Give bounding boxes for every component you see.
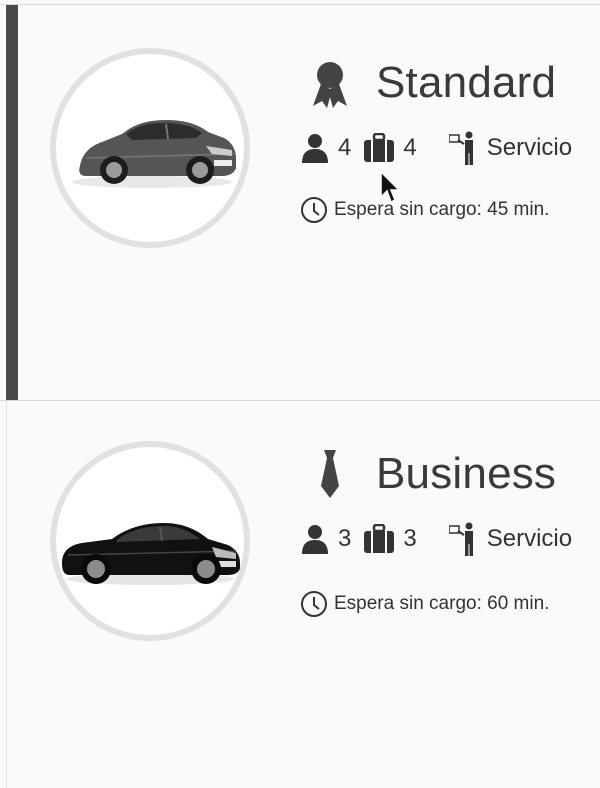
clock-icon	[301, 591, 327, 617]
luggage-value: 3	[403, 525, 417, 552]
necktie-icon	[300, 444, 360, 504]
meet-greet-service: Servicio	[448, 131, 573, 165]
meet-and-greet-sign-icon	[448, 522, 473, 556]
suitcase-icon	[364, 133, 395, 162]
passenger-value: 4	[338, 134, 352, 161]
award-ribbon-icon	[300, 53, 360, 113]
wait-text: Espera sin cargo: 45 min.	[334, 199, 550, 220]
car-image-business	[62, 523, 240, 585]
service-card-standard[interactable]: Standard 4 4 Servicio Espera sin cargo: …	[0, 5, 600, 400]
free-wait-time: Espera sin cargo: 45 min.	[300, 196, 549, 224]
card-left-border	[6, 401, 7, 788]
luggage-count: 3	[363, 524, 417, 554]
passenger-value: 3	[338, 525, 352, 552]
free-wait-time: Espera sin cargo: 60 min.	[300, 590, 549, 618]
person-icon	[302, 134, 328, 163]
passenger-count: 3	[300, 524, 351, 554]
wait-text: Espera sin cargo: 60 min.	[334, 593, 550, 614]
service-card-business[interactable]: Business 3 3 Servicio Espera sin cargo: …	[0, 401, 600, 788]
service-label: Servicio	[486, 525, 573, 552]
meet-and-greet-sign-icon	[448, 131, 473, 165]
passenger-count: 4	[300, 133, 351, 163]
car-image-standard	[72, 120, 236, 188]
luggage-count: 4	[363, 133, 417, 163]
car-image-frame	[50, 441, 250, 641]
service-title: Business	[376, 449, 557, 498]
meet-greet-service: Servicio	[448, 522, 573, 556]
service-label: Servicio	[486, 134, 573, 161]
clock-icon	[301, 197, 327, 223]
person-icon	[302, 525, 328, 554]
luggage-value: 4	[403, 134, 417, 161]
service-title: Standard	[376, 58, 557, 107]
mouse-pointer-icon	[380, 171, 401, 204]
suitcase-icon	[364, 524, 395, 553]
selected-indicator	[6, 5, 18, 400]
car-image-frame	[50, 48, 250, 248]
